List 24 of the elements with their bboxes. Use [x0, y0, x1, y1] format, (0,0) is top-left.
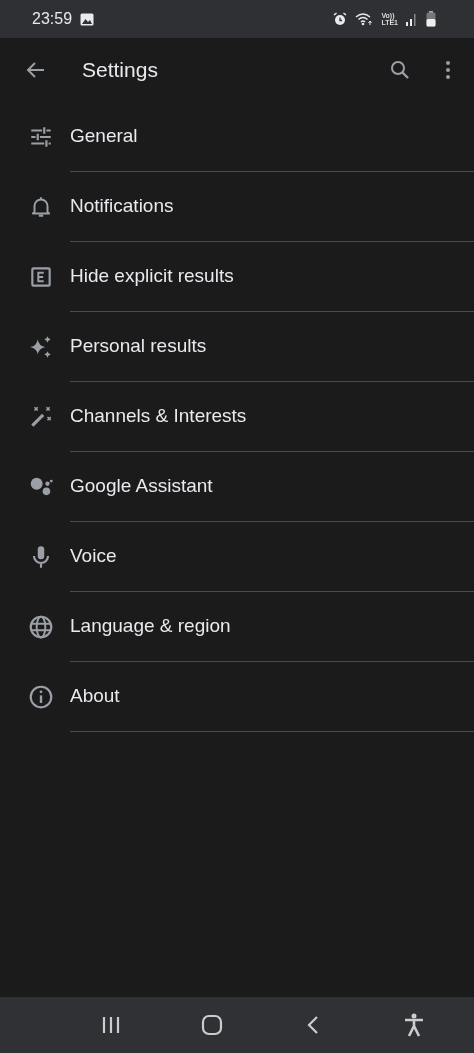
wifi-icon [355, 12, 374, 26]
alarm-icon [333, 12, 348, 26]
magic-wand-icon [28, 404, 54, 430]
battery-icon [426, 11, 436, 27]
settings-item[interactable]: Notifications [0, 172, 474, 242]
settings-item[interactable]: Google Assistant [0, 452, 474, 522]
settings-item[interactable]: Voice [0, 522, 474, 592]
screen-title: Settings [82, 57, 158, 84]
image-icon [80, 12, 95, 26]
settings-item[interactable]: Personal results [0, 312, 474, 382]
sliders-icon [28, 124, 54, 150]
settings-item[interactable]: Channels & Interests [0, 382, 474, 452]
settings-item[interactable]: About [0, 662, 474, 732]
globe-icon [28, 614, 54, 640]
info-icon [28, 684, 54, 710]
home-icon [200, 1014, 223, 1036]
status-time: 23:59 [32, 9, 73, 29]
signal-icon [406, 12, 418, 26]
more-options-icon [444, 58, 452, 82]
accessibility-icon [402, 1013, 425, 1037]
settings-item[interactable]: Hide explicit results [0, 242, 474, 312]
settings-item[interactable]: Language & region [0, 592, 474, 662]
explicit-icon [28, 264, 54, 290]
settings-item[interactable]: General [0, 102, 474, 172]
